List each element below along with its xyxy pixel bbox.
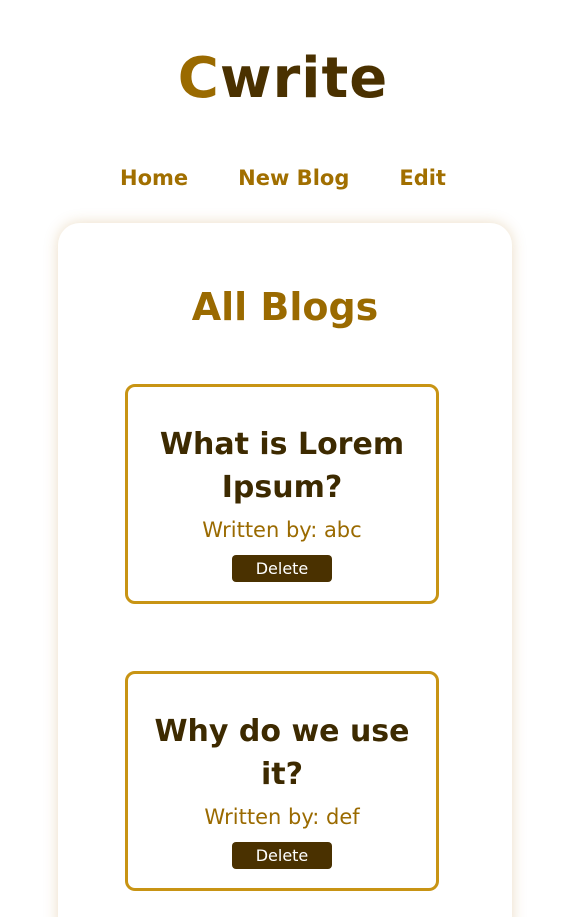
blog-author: Written by: abc — [202, 518, 362, 542]
blogs-panel: All Blogs What is Lorem Ipsum? Written b… — [58, 223, 512, 917]
site-logo: Cwrite — [0, 44, 566, 114]
logo-rest: write — [219, 46, 389, 111]
blog-title: Why do we use it? — [154, 714, 410, 792]
blog-card[interactable]: What is Lorem Ipsum? Written by: abc Del… — [125, 384, 439, 604]
page-title: All Blogs — [191, 285, 379, 329]
main-nav: Home New Blog Edit — [0, 160, 566, 196]
logo-first-letter: C — [177, 46, 220, 111]
blog-card[interactable]: Why do we use it? Written by: def Delete — [125, 671, 439, 891]
blog-author: Written by: def — [204, 805, 360, 829]
delete-button[interactable]: Delete — [232, 842, 332, 869]
nav-link-new-blog[interactable]: New Blog — [238, 160, 349, 196]
nav-link-edit[interactable]: Edit — [399, 160, 446, 196]
blog-title: What is Lorem Ipsum? — [159, 427, 405, 505]
nav-link-home[interactable]: Home — [120, 160, 188, 196]
delete-button[interactable]: Delete — [232, 555, 332, 582]
